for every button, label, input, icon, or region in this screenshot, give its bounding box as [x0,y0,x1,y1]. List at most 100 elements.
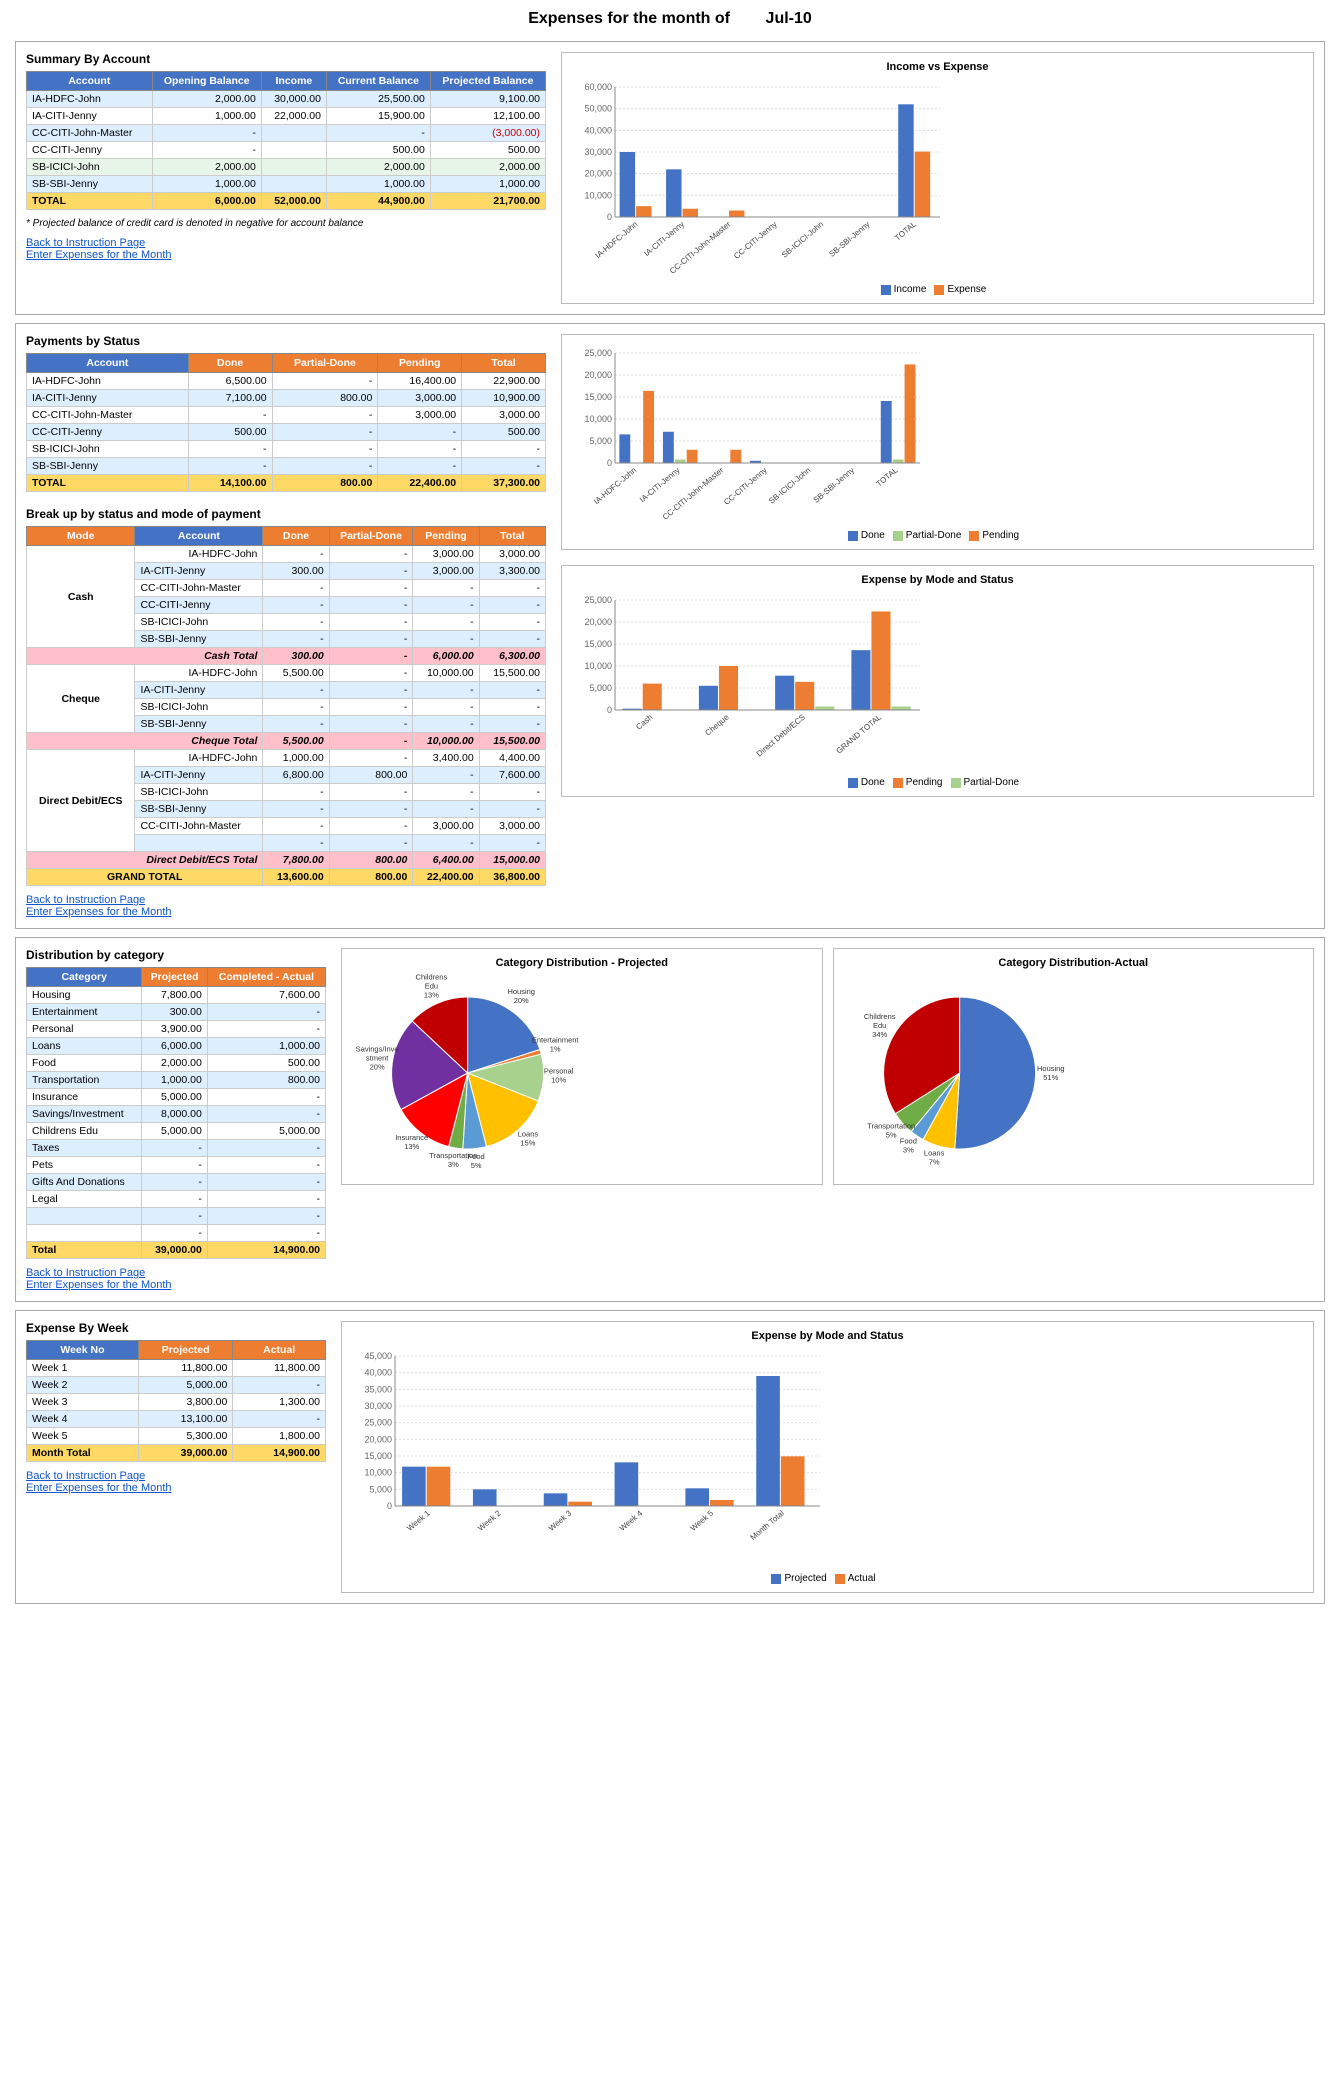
svg-text:5,000: 5,000 [589,683,612,693]
svg-text:15%: 15% [520,1138,535,1147]
svg-text:0: 0 [607,458,612,468]
svg-text:20,000: 20,000 [364,1434,392,1444]
col-partial3: Partial-Done [329,527,413,546]
svg-text:45,000: 45,000 [364,1351,392,1361]
svg-text:20%: 20% [514,996,529,1005]
col-done: Done [188,354,272,373]
pie-projected-chart: Category Distribution - Projected Housin… [341,948,823,1185]
svg-text:10,000: 10,000 [584,190,612,200]
payments-title: Payments by Status [26,334,546,348]
col-current: Current Balance [326,72,430,91]
pie-actual-title: Category Distribution-Actual [842,957,1306,969]
back-link-1[interactable]: Back to Instruction Page [26,237,546,249]
chart4-svg: 05,00010,00015,00020,00025,00030,00035,0… [350,1346,1305,1569]
chart1-title: Income vs Expense [570,61,1305,73]
chart3-title: Expense by Mode and Status [570,574,1305,586]
svg-text:13%: 13% [404,1142,419,1151]
svg-text:3%: 3% [902,1145,913,1154]
svg-text:SB-SBI-Jenny: SB-SBI-Jenny [827,220,871,259]
svg-text:30,000: 30,000 [584,147,612,157]
col-account2: Account [27,354,189,373]
svg-text:SB-SBI-Jenny: SB-SBI-Jenny [812,466,856,505]
svg-text:25,000: 25,000 [364,1418,392,1428]
footnote: * Projected balance of credit card is de… [26,218,546,229]
section2-links: Back to Instruction Page Enter Expenses … [26,894,546,918]
svg-text:10,000: 10,000 [364,1468,392,1478]
svg-text:Cash: Cash [634,713,654,732]
svg-text:Housing: Housing [507,987,535,996]
summary-title: Summary By Account [26,52,546,66]
chart3-svg: 05,00010,00015,00020,00025,000CashCheque… [570,590,1305,773]
col-partial: Partial-Done [272,354,378,373]
svg-text:5%: 5% [471,1161,482,1170]
svg-text:Entertainment: Entertainment [532,1036,580,1045]
svg-text:50,000: 50,000 [584,104,612,114]
back-link-2[interactable]: Back to Instruction Page [26,894,546,906]
svg-text:Childrens: Childrens [863,1012,895,1021]
enter-link-3[interactable]: Enter Expenses for the Month [26,1279,326,1291]
category-title: Distribution by category [26,948,326,962]
svg-text:SB-ICICI-John: SB-ICICI-John [767,466,812,506]
svg-text:Week 4: Week 4 [618,1508,645,1533]
svg-text:Transportation: Transportation [867,1121,915,1130]
pie-actual-svg: Housing51%Loans7%Food3%Transportation5%C… [842,973,1306,1176]
svg-text:Week 1: Week 1 [405,1508,432,1533]
enter-link-4[interactable]: Enter Expenses for the Month [26,1482,326,1494]
legend-pending3: Pending [893,777,943,788]
svg-text:25,000: 25,000 [584,595,612,605]
section-summary: Summary By Account Account Opening Balan… [15,41,1325,315]
svg-text:Edu: Edu [873,1021,886,1030]
col-proj3: Projected [142,968,207,987]
svg-text:IA-HDFC-John: IA-HDFC-John [594,220,640,261]
svg-text:25,000: 25,000 [584,348,612,358]
svg-text:40,000: 40,000 [584,125,612,135]
col-opening: Opening Balance [152,72,261,91]
payments-table: Account Done Partial-Done Pending Total … [26,353,546,492]
svg-text:1%: 1% [550,1045,561,1054]
section-payments: Payments by Status Account Done Partial-… [15,323,1325,929]
income-expense-chart: Income vs Expense 010,00020,00030,00040,… [561,52,1314,304]
svg-text:Direct Debit/ECS: Direct Debit/ECS [755,713,807,759]
svg-text:Loans: Loans [923,1149,944,1158]
svg-text:20,000: 20,000 [584,617,612,627]
week-table: Week No Projected Actual Week 111,800.00… [26,1340,326,1462]
enter-link-1[interactable]: Enter Expenses for the Month [26,249,546,261]
col-total: Total [462,354,546,373]
svg-text:Childrens: Childrens [416,973,448,981]
enter-link-2[interactable]: Enter Expenses for the Month [26,906,546,918]
svg-text:IA-CITI-Jenny: IA-CITI-Jenny [642,220,686,259]
col-total3: Total [479,527,545,546]
legend-pending2: Pending [969,530,1019,541]
col-proj4: Projected [138,1341,232,1360]
svg-text:20%: 20% [370,1063,385,1072]
svg-text:0: 0 [607,705,612,715]
svg-text:Housing: Housing [1036,1064,1064,1073]
svg-text:0: 0 [607,212,612,222]
svg-text:30,000: 30,000 [364,1401,392,1411]
svg-text:Month Total: Month Total [749,1508,787,1542]
svg-text:CC-CITI-Jenny: CC-CITI-Jenny [722,466,769,507]
svg-text:35,000: 35,000 [364,1384,392,1394]
svg-text:Week 5: Week 5 [689,1508,716,1533]
section-week: Expense By Week Week No Projected Actual… [15,1310,1325,1604]
svg-text:5%: 5% [885,1130,896,1139]
pie-actual-chart: Category Distribution-Actual Housing51%L… [833,948,1315,1185]
col-account3: Account [135,527,263,546]
back-link-4[interactable]: Back to Instruction Page [26,1470,326,1482]
svg-text:IA-CITI-Jenny: IA-CITI-Jenny [638,466,682,505]
svg-text:IA-HDFC-John: IA-HDFC-John [592,466,638,507]
svg-text:TOTAL: TOTAL [893,219,918,242]
svg-text:Insurance: Insurance [395,1133,428,1142]
legend-proj4: Projected [771,1573,826,1584]
col-account: Account [27,72,153,91]
svg-text:Transportation: Transportation [429,1151,477,1160]
svg-text:Week 2: Week 2 [476,1508,503,1533]
payments-chart: 05,00010,00015,00020,00025,000IA-HDFC-Jo… [561,334,1314,550]
svg-text:Edu: Edu [425,981,438,990]
svg-text:15,000: 15,000 [584,639,612,649]
svg-text:5,000: 5,000 [369,1484,392,1494]
back-link-3[interactable]: Back to Instruction Page [26,1267,326,1279]
svg-text:CC-CITI-Jenny: CC-CITI-Jenny [732,220,779,261]
col-mode: Mode [27,527,135,546]
page-title: Expenses for the month of Jul-10 [0,0,1340,33]
